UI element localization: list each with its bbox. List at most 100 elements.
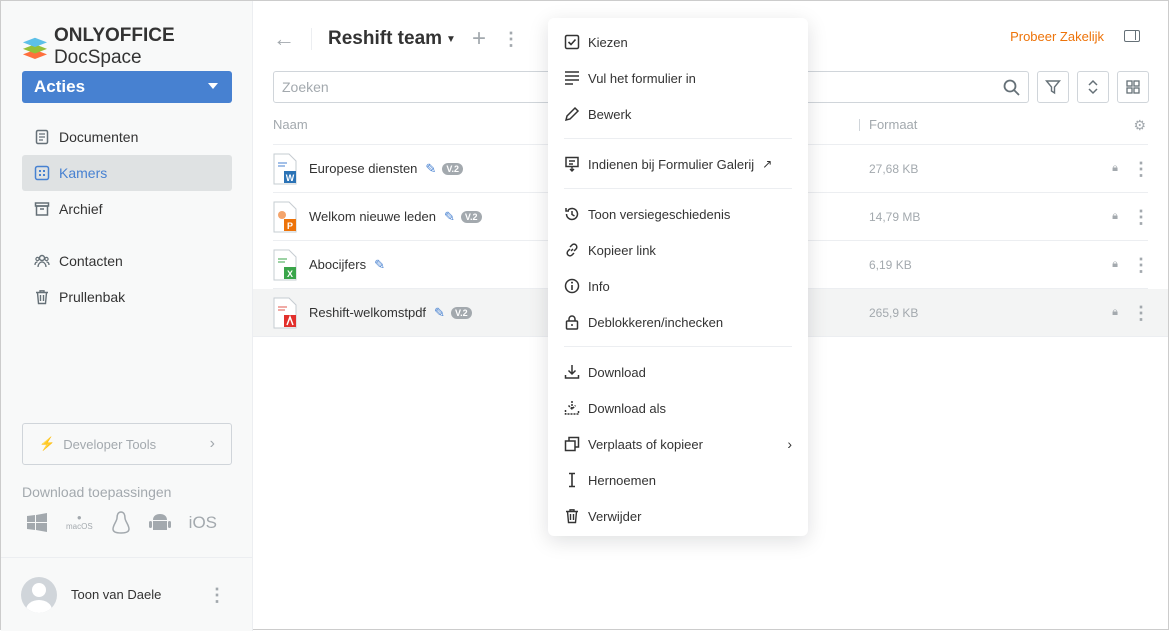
divider bbox=[311, 28, 312, 50]
menu-item-info[interactable]: Info bbox=[548, 268, 808, 304]
menu-item-label: Vul het formulier in bbox=[588, 70, 696, 86]
context-menu: Kiezen Vul het formulier in Bewerk Indie… bbox=[548, 18, 808, 536]
menu-item-label: Download als bbox=[588, 400, 667, 416]
file-name[interactable]: Welkom nieuwe leden bbox=[309, 209, 436, 224]
version-badge[interactable]: V.2 bbox=[460, 210, 482, 223]
menu-item-select[interactable]: Kiezen bbox=[548, 24, 808, 60]
lock-icon[interactable]: 🔒︎ bbox=[1112, 258, 1118, 271]
menu-item-submit-gallery[interactable]: Indienen bij Formulier Galerij ↗ bbox=[548, 146, 808, 182]
user-menu-icon[interactable]: ⋮ bbox=[208, 586, 226, 604]
menu-item-copy-link[interactable]: Kopieer link bbox=[548, 232, 808, 268]
edit-pencil-icon: ✎ bbox=[374, 256, 385, 272]
download-apps-title: Download toepassingen bbox=[22, 484, 172, 500]
windows-icon[interactable] bbox=[26, 512, 48, 534]
menu-item-download[interactable]: Download bbox=[548, 354, 808, 390]
developer-tools-button[interactable]: ⚡ Developer Tools › bbox=[22, 423, 232, 465]
edit-pencil-icon: ✎ bbox=[434, 304, 445, 320]
pptx-file-icon: P bbox=[273, 201, 297, 232]
macos-icon[interactable]: ● macOS bbox=[66, 513, 93, 532]
back-arrow-icon[interactable]: ← bbox=[273, 26, 295, 52]
row-menu-icon[interactable]: ⋮ bbox=[1132, 208, 1150, 226]
menu-item-label: Verwijder bbox=[588, 508, 642, 524]
archive-icon bbox=[34, 202, 50, 216]
user-name: Toon van Daele bbox=[71, 587, 162, 602]
info-panel-icon[interactable] bbox=[1124, 30, 1140, 42]
menu-item-version-history[interactable]: Toon versiegeschiedenis bbox=[548, 196, 808, 232]
sidebar-item-label: Contacten bbox=[59, 253, 123, 269]
grid-icon bbox=[1126, 80, 1140, 94]
menu-item-download-as[interactable]: Download als bbox=[548, 390, 808, 426]
room-menu-icon[interactable]: ⋮ bbox=[502, 30, 520, 48]
menu-separator bbox=[564, 138, 792, 139]
try-business-link[interactable]: Probeer Zakelijk bbox=[1010, 29, 1104, 44]
view-toggle-button[interactable] bbox=[1117, 71, 1149, 103]
download-as-icon bbox=[564, 401, 580, 415]
sidebar-item-documenten[interactable]: Documenten bbox=[22, 119, 232, 155]
trash-icon bbox=[36, 290, 48, 305]
file-size: 14,79 MB bbox=[869, 209, 921, 224]
column-resize-handle[interactable] bbox=[859, 119, 860, 131]
macos-label: macOS bbox=[66, 522, 93, 531]
sidebar: ONLYOFFICE DocSpace Acties Documenten Ka… bbox=[1, 1, 253, 631]
actions-button[interactable]: Acties bbox=[22, 71, 232, 103]
actions-label: Acties bbox=[34, 77, 86, 96]
avatar[interactable] bbox=[21, 576, 57, 613]
android-icon[interactable] bbox=[148, 512, 171, 534]
trash-icon bbox=[566, 509, 578, 524]
version-badge[interactable]: V.2 bbox=[450, 306, 472, 319]
history-icon bbox=[565, 207, 579, 221]
sort-button[interactable] bbox=[1077, 71, 1109, 103]
file-name[interactable]: Reshift-welkomstpdf bbox=[309, 305, 426, 320]
linux-icon[interactable] bbox=[111, 511, 131, 535]
developer-tools-label: Developer Tools bbox=[63, 436, 157, 452]
lock-icon[interactable]: 🔒︎ bbox=[1112, 306, 1118, 319]
sidebar-item-label: Archief bbox=[59, 201, 103, 217]
sidebar-item-archief[interactable]: Archief bbox=[22, 191, 232, 227]
version-badge[interactable]: V.2 bbox=[442, 162, 464, 175]
form-fill-icon bbox=[565, 71, 579, 85]
menu-item-move-copy[interactable]: Verplaats of kopieer › bbox=[548, 426, 808, 462]
ios-icon[interactable]: iOS bbox=[189, 513, 217, 533]
link-icon bbox=[566, 243, 578, 257]
search-icon[interactable] bbox=[1003, 79, 1020, 96]
lock-icon[interactable]: 🔒︎ bbox=[1112, 210, 1118, 223]
contacts-icon bbox=[34, 254, 50, 268]
edit-pencil-icon: ✎ bbox=[443, 208, 455, 224]
menu-item-label: Kiezen bbox=[588, 34, 628, 50]
logo[interactable]: ONLYOFFICE DocSpace bbox=[22, 25, 252, 69]
menu-item-edit[interactable]: Bewerk bbox=[548, 96, 808, 132]
menu-item-rename[interactable]: Hernoemen bbox=[548, 462, 808, 498]
sidebar-item-label: Kamers bbox=[59, 165, 108, 181]
menu-item-label: Verplaats of kopieer bbox=[588, 436, 703, 452]
sidebar-item-kamers[interactable]: Kamers bbox=[22, 155, 232, 191]
file-name[interactable]: Abocijfers bbox=[309, 257, 366, 272]
rooms-icon bbox=[34, 165, 50, 181]
caret-down-icon[interactable]: ▼ bbox=[446, 34, 456, 45]
sidebar-item-label: Prullenbak bbox=[59, 289, 126, 305]
menu-item-label: Toon versiegeschiedenis bbox=[588, 206, 731, 222]
text-cursor-icon bbox=[569, 472, 575, 488]
menu-item-delete[interactable]: Verwijder bbox=[548, 498, 808, 534]
menu-separator bbox=[564, 188, 792, 189]
svg-text:X: X bbox=[287, 269, 293, 279]
settings-gear-icon[interactable]: ⚙ bbox=[1133, 117, 1146, 134]
row-menu-icon[interactable]: ⋮ bbox=[1132, 304, 1150, 322]
sidebar-item-contacten[interactable]: Contacten bbox=[22, 243, 232, 279]
filter-button[interactable] bbox=[1037, 71, 1069, 103]
column-header-size[interactable]: Formaat bbox=[869, 117, 917, 132]
chevron-right-icon: › bbox=[787, 436, 792, 452]
lock-icon[interactable]: 🔒︎ bbox=[1112, 162, 1118, 175]
menu-item-fill-form[interactable]: Vul het formulier in bbox=[548, 60, 808, 96]
file-name[interactable]: Europese diensten bbox=[309, 161, 417, 176]
room-title[interactable]: Reshift team bbox=[328, 28, 442, 50]
row-menu-icon[interactable]: ⋮ bbox=[1132, 256, 1150, 274]
pdf-file-icon bbox=[273, 297, 297, 328]
column-header-name[interactable]: Naam bbox=[273, 117, 308, 132]
plus-icon[interactable]: + bbox=[472, 25, 486, 53]
row-menu-icon[interactable]: ⋮ bbox=[1132, 160, 1150, 178]
menu-item-unlock[interactable]: Deblokkeren/inchecken bbox=[548, 304, 808, 340]
sort-icon bbox=[1088, 79, 1098, 95]
svg-text:P: P bbox=[287, 221, 293, 231]
checkbox-icon bbox=[564, 34, 580, 50]
sidebar-item-prullenbak[interactable]: Prullenbak bbox=[22, 279, 232, 315]
